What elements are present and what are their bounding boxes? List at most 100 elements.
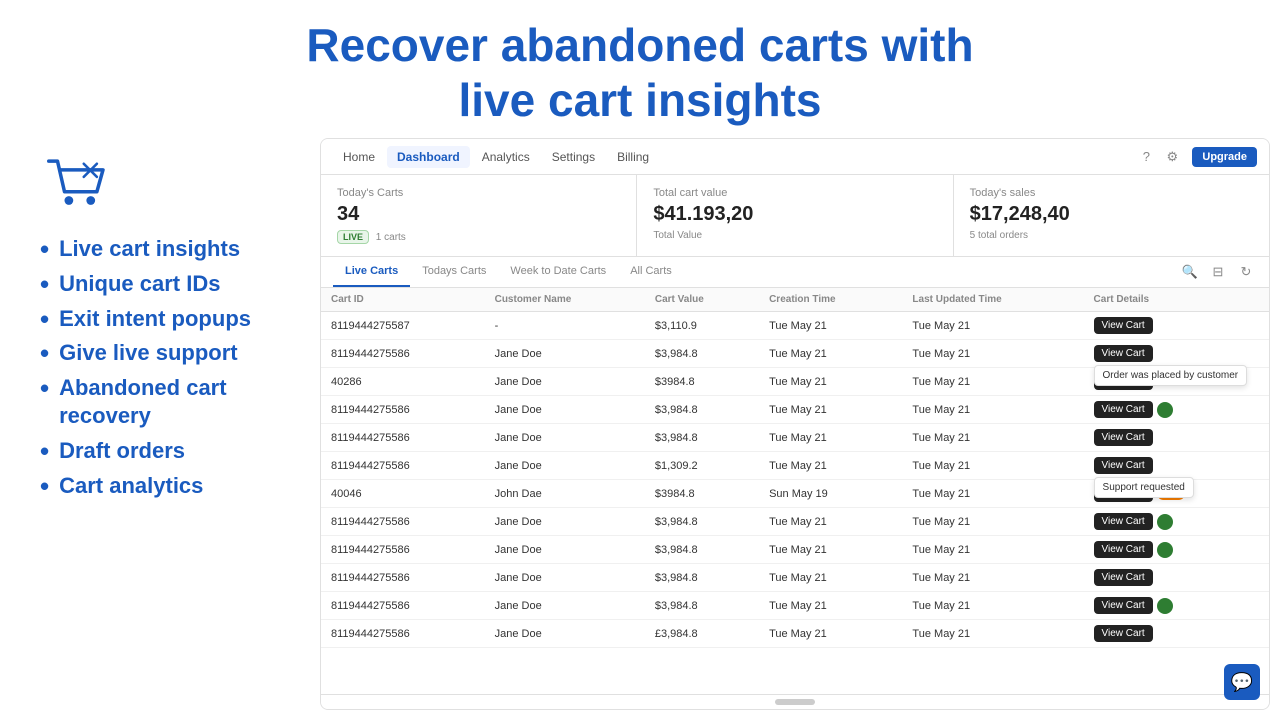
stat-carts: Today's Carts 34 LIVE 1 carts	[321, 175, 637, 256]
cell-creation-time: Tue May 21	[759, 396, 902, 424]
cell-cart-details: View Cart	[1084, 508, 1269, 536]
view-cart-button[interactable]: View Cart	[1094, 513, 1153, 530]
stat-cart-value: Total cart value $41.193,20 Total Value	[637, 175, 953, 256]
stat-carts-value: 34	[337, 203, 620, 226]
cell-cart-value: $3,110.9	[645, 312, 759, 340]
cell-cart-id: 8119444275586	[321, 340, 485, 368]
stat-sales: Today's sales $17,248,40 5 total orders	[954, 175, 1269, 256]
refresh-icon[interactable]: ↻	[1235, 261, 1257, 283]
col-cart-value: Cart Value	[645, 288, 759, 312]
cell-customer-name: John Dae	[485, 480, 645, 508]
view-cart-button[interactable]: View Cart	[1094, 569, 1153, 586]
nav-home[interactable]: Home	[333, 146, 385, 168]
nav-dashboard[interactable]: Dashboard	[387, 146, 470, 168]
view-cart-button[interactable]: View Cart	[1094, 457, 1153, 474]
bullet-item-6: Draft orders	[40, 437, 300, 466]
cell-cart-value: $3984.8	[645, 480, 759, 508]
live-badge: LIVE	[337, 230, 369, 244]
search-icon[interactable]: 🔍	[1179, 261, 1201, 283]
nav-settings[interactable]: Settings	[542, 146, 605, 168]
cell-customer-name: Jane Doe	[485, 592, 645, 620]
cell-customer-name: Jane Doe	[485, 620, 645, 648]
table-header-row: Cart ID Customer Name Cart Value Creatio…	[321, 288, 1269, 312]
cell-cart-value: $1,309.2	[645, 452, 759, 480]
cell-creation-time: Tue May 21	[759, 452, 902, 480]
cell-cart-value: $3,984.8	[645, 424, 759, 452]
view-cart-button[interactable]: View Cart	[1094, 597, 1153, 614]
nav-billing[interactable]: Billing	[607, 146, 659, 168]
scroll-hint	[321, 694, 1269, 709]
cell-customer-name: Jane Doe	[485, 564, 645, 592]
cell-cart-details: View Cart	[1084, 564, 1269, 592]
view-cart-button[interactable]: View Cart	[1094, 541, 1153, 558]
green-badge	[1157, 598, 1173, 614]
table-row: 8119444275586 Jane Doe $1,309.2 Tue May …	[321, 452, 1269, 480]
stat-sales-value: $17,248,40	[970, 203, 1253, 226]
bullet-item-1: Live cart insights	[40, 235, 300, 264]
cell-creation-time: Tue May 21	[759, 508, 902, 536]
main-content: Live cart insights Unique cart IDs Exit …	[0, 138, 1280, 720]
cell-creation-time: Tue May 21	[759, 536, 902, 564]
col-cart-details: Cart Details	[1084, 288, 1269, 312]
nav-bar: Home Dashboard Analytics Settings Billin…	[321, 139, 1269, 175]
table-row: 8119444275586 Jane Doe $3,984.8 Tue May …	[321, 508, 1269, 536]
tab-live-carts[interactable]: Live Carts	[333, 257, 410, 287]
bullet-item-7: Cart analytics	[40, 472, 300, 501]
filter-icon[interactable]: ⊟	[1207, 261, 1229, 283]
stat-carts-label: Today's Carts	[337, 187, 620, 199]
view-cart-button[interactable]: View Cart	[1094, 429, 1153, 446]
cell-cart-details: View Cart	[1084, 424, 1269, 452]
cell-cart-id: 8119444275587	[321, 312, 485, 340]
view-cart-button[interactable]: View Cart	[1094, 317, 1153, 334]
cell-cart-value: $3,984.8	[645, 396, 759, 424]
carts-table: Cart ID Customer Name Cart Value Creatio…	[321, 288, 1269, 648]
cell-creation-time: Tue May 21	[759, 620, 902, 648]
hero-header: Recover abandoned carts with live cart i…	[0, 0, 1280, 138]
cell-updated-time: Tue May 21	[902, 480, 1083, 508]
cell-cart-id: 8119444275586	[321, 452, 485, 480]
view-cart-button[interactable]: View Cart	[1094, 401, 1153, 418]
cell-cart-id: 8119444275586	[321, 564, 485, 592]
help-icon[interactable]: ?	[1136, 147, 1156, 167]
cell-updated-time: Tue May 21	[902, 424, 1083, 452]
nav-analytics[interactable]: Analytics	[472, 146, 540, 168]
cell-customer-name: Jane Doe	[485, 452, 645, 480]
cell-cart-value: $3,984.8	[645, 592, 759, 620]
green-badge	[1157, 514, 1173, 530]
cell-cart-details: View CartOrder was placed by customer	[1084, 340, 1269, 368]
table-area: Live Carts Todays Carts Week to Date Car…	[321, 257, 1269, 709]
stat-carts-sub: LIVE 1 carts	[337, 230, 620, 244]
cell-updated-time: Tue May 21	[902, 620, 1083, 648]
cart-icon-area	[40, 148, 300, 223]
cell-customer-name: Jane Doe	[485, 396, 645, 424]
cell-updated-time: Tue May 21	[902, 312, 1083, 340]
cell-cart-id: 8119444275586	[321, 424, 485, 452]
col-customer-name: Customer Name	[485, 288, 645, 312]
cell-cart-id: 8119444275586	[321, 620, 485, 648]
col-updated-time: Last Updated Time	[902, 288, 1083, 312]
cell-customer-name: Jane Doe	[485, 536, 645, 564]
table-row: 8119444275586 Jane Doe $3,984.8 Tue May …	[321, 536, 1269, 564]
chat-button[interactable]: 💬	[1224, 664, 1260, 700]
bullet-item-3: Exit intent popups	[40, 305, 300, 334]
settings-icon[interactable]: ⚙	[1162, 147, 1182, 167]
upgrade-button[interactable]: Upgrade	[1192, 147, 1257, 167]
green-badge	[1157, 402, 1173, 418]
view-cart-button[interactable]: View Cart	[1094, 625, 1153, 642]
cell-creation-time: Tue May 21	[759, 312, 902, 340]
cell-cart-id: 8119444275586	[321, 592, 485, 620]
table-row: 8119444275586 Jane Doe £3,984.8 Tue May …	[321, 620, 1269, 648]
chat-icon: 💬	[1231, 672, 1253, 693]
stat-sales-label: Today's sales	[970, 187, 1253, 199]
stat-sales-sub: 5 total orders	[970, 230, 1253, 241]
tab-week-carts[interactable]: Week to Date Carts	[498, 257, 618, 287]
tab-all-carts[interactable]: All Carts	[618, 257, 684, 287]
cell-customer-name: Jane Doe	[485, 424, 645, 452]
table-scroll[interactable]: Cart ID Customer Name Cart Value Creatio…	[321, 288, 1269, 694]
support-tooltip: Support requested	[1094, 477, 1194, 498]
tab-todays-carts[interactable]: Todays Carts	[410, 257, 498, 287]
view-cart-button[interactable]: View Cart	[1094, 345, 1153, 362]
cell-cart-id: 40286	[321, 368, 485, 396]
right-panel: Home Dashboard Analytics Settings Billin…	[320, 138, 1280, 720]
cell-customer-name: -	[485, 312, 645, 340]
